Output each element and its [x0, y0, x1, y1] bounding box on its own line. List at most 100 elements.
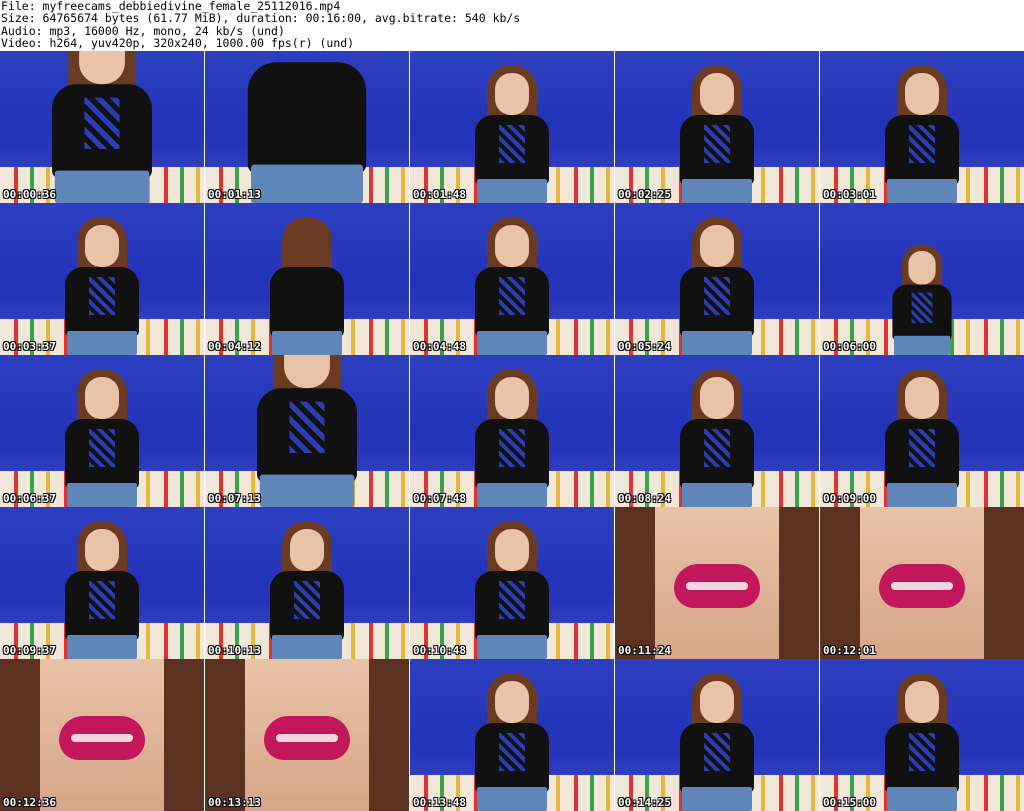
person-figure — [457, 519, 567, 659]
lips-shape — [264, 716, 350, 761]
thumbnail-image — [205, 51, 409, 203]
shorts-shape — [272, 635, 342, 659]
lace-shape — [704, 733, 730, 771]
timestamp-label: 00:07:13 — [208, 492, 261, 505]
thumbnail: 00:13:13 — [205, 659, 409, 811]
timestamp-label: 00:05:24 — [618, 340, 671, 353]
shorts-shape — [682, 331, 752, 355]
shorts-shape — [477, 787, 547, 811]
shorts-shape — [67, 331, 137, 355]
person-figure — [867, 671, 977, 811]
timestamp-label: 00:03:37 — [3, 340, 56, 353]
thumbnail-image — [410, 51, 614, 203]
thumbnail-image — [410, 659, 614, 811]
lips-shape — [59, 716, 145, 761]
timestamp-label: 00:02:25 — [618, 188, 671, 201]
timestamp-label: 00:14:25 — [618, 796, 671, 809]
person-figure — [219, 51, 395, 203]
shorts-shape — [477, 635, 547, 659]
hair-shape — [984, 507, 1024, 659]
hair-shape — [0, 659, 40, 811]
face-shape — [700, 681, 734, 723]
timestamp-label: 00:09:37 — [3, 644, 56, 657]
lace-shape — [89, 277, 115, 315]
person-figure — [457, 367, 567, 507]
thumbnail: 00:10:48 — [410, 507, 614, 659]
timestamp-label: 00:06:37 — [3, 492, 56, 505]
face-shape — [700, 73, 734, 115]
timestamp-label: 00:10:13 — [208, 644, 261, 657]
person-figure — [233, 355, 382, 507]
shorts-shape — [54, 170, 150, 203]
timestamp-label: 00:10:48 — [413, 644, 466, 657]
thumbnail: 00:01:13 — [205, 51, 409, 203]
thumbnail-image — [615, 203, 819, 355]
thumbnail-image — [615, 355, 819, 507]
face-shape — [700, 377, 734, 419]
thumbnail-grid: 00:00:36 00:01:13 00:01:48 00:02:25 00:03:01… — [0, 51, 1024, 811]
thumbnail: 00:14:25 — [615, 659, 819, 811]
face-shape — [495, 681, 529, 723]
thumbnail: 00:09:00 — [820, 355, 1024, 507]
thumbnail: 00:03:01 — [820, 51, 1024, 203]
thumbnail: 00:03:37 — [0, 203, 204, 355]
person-figure — [28, 51, 177, 203]
lace-shape — [909, 429, 935, 467]
thumbnail: 00:15:00 — [820, 659, 1024, 811]
thumbnail: 00:12:01 — [820, 507, 1024, 659]
face-shape — [905, 377, 939, 419]
shorts-shape — [477, 331, 547, 355]
lips-shape — [879, 564, 965, 609]
thumbnail-image — [410, 203, 614, 355]
timestamp-label: 00:01:13 — [208, 188, 261, 201]
file-info-header: File: myfreecams_debbiedivine_female_251… — [0, 0, 1024, 50]
shorts-shape — [251, 164, 363, 203]
face-shape — [700, 225, 734, 267]
thumbnail: 00:01:48 — [410, 51, 614, 203]
hair-shape — [820, 507, 860, 659]
video-info-line: Video: h264, yuv420p, 320x240, 1000.00 f… — [1, 35, 355, 50]
face-shape — [85, 377, 119, 419]
thumbnail-image — [820, 203, 1024, 355]
shorts-shape — [67, 635, 137, 659]
thumbnail: 00:06:00 — [820, 203, 1024, 355]
shorts-shape — [887, 483, 957, 507]
thumbnail: 00:09:37 — [0, 507, 204, 659]
shorts-shape — [259, 474, 355, 507]
thumbnail: 00:11:24 — [615, 507, 819, 659]
shorts-shape — [67, 483, 137, 507]
thumbnail-image — [820, 507, 1024, 659]
face-shape — [85, 225, 119, 267]
lace-shape — [704, 429, 730, 467]
torso-shape — [247, 62, 367, 175]
person-figure — [662, 671, 772, 811]
lace-shape — [704, 125, 730, 163]
face-shape — [85, 529, 119, 571]
timestamp-label: 00:08:24 — [618, 492, 671, 505]
timestamp-label: 00:04:12 — [208, 340, 261, 353]
person-figure — [47, 215, 157, 355]
hair-shape — [615, 507, 655, 659]
thumbnail-image — [410, 355, 614, 507]
thumbnail-image — [0, 51, 204, 203]
shorts-shape — [682, 483, 752, 507]
lace-shape — [499, 733, 525, 771]
lace-shape — [84, 97, 120, 149]
face-shape — [495, 225, 529, 267]
timestamp-label: 00:04:48 — [413, 340, 466, 353]
thumbnail: 00:02:25 — [615, 51, 819, 203]
thumbnail-image — [615, 507, 819, 659]
thumbnail: 00:00:36 — [0, 51, 204, 203]
person-figure — [878, 243, 966, 355]
person-figure — [457, 215, 567, 355]
thumbnail-image — [410, 507, 614, 659]
lips-shape — [674, 564, 760, 609]
thumbnail-image — [205, 659, 409, 811]
timestamp-label: 00:01:48 — [413, 188, 466, 201]
person-figure — [252, 519, 362, 659]
thumbnail-image — [615, 51, 819, 203]
person-figure — [662, 367, 772, 507]
thumbnail: 00:10:13 — [205, 507, 409, 659]
person-figure — [457, 63, 567, 203]
thumbnail-image — [0, 659, 204, 811]
